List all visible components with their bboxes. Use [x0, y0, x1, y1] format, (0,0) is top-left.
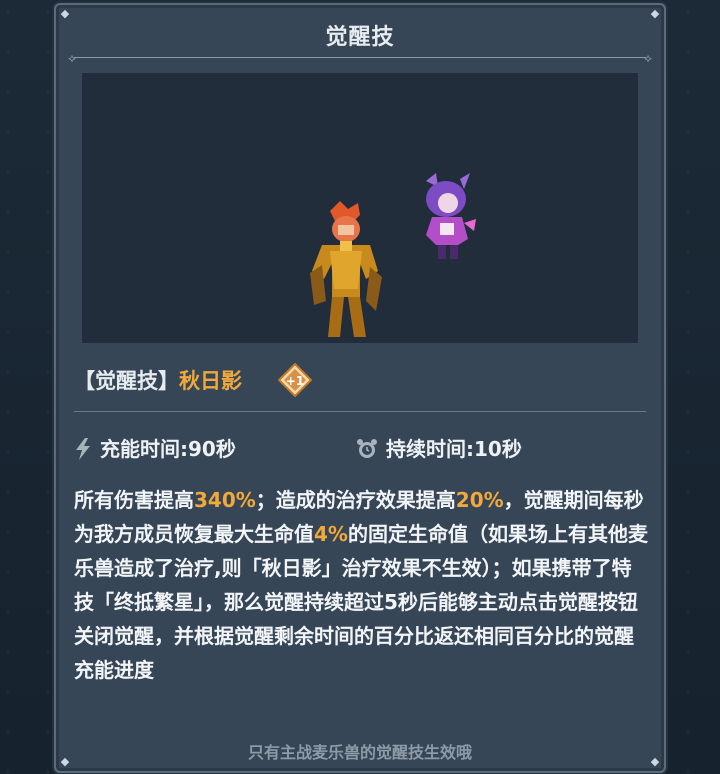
corner-ornament-icon: ◆: [60, 7, 70, 20]
skill-description: 所有伤害提高340%；造成的治疗效果提高20%，觉醒期间每秒为我方成员恢复最大生…: [74, 483, 650, 687]
footer-note: 只有主战麦乐兽的觉醒技生效哦: [247, 743, 472, 762]
skill-title: 【觉醒技】秋日影: [74, 365, 242, 395]
title-divider: [74, 57, 646, 58]
charge-time: 充能时间:90秒: [74, 433, 236, 462]
duration-time: 持续时间:10秒: [356, 433, 522, 462]
heal-bonus-value: 20%: [455, 488, 504, 512]
regen-value: 4%: [314, 522, 348, 546]
desc-text: 的固定生命值（如果场上有其他麦乐兽造成了治疗,则「秋日影」治疗效果不生效）；如果…: [74, 522, 648, 682]
desc-text: 所有伤害提高: [74, 488, 194, 512]
rule-ornament-icon: ⟡: [644, 51, 652, 65]
hero-character: [310, 201, 382, 337]
awakening-skill-panel: ◆ ◆ ◆ ◆ 觉醒技 ⟡ ⟡ 【觉醒技】秋日影 +1 充能时间:90秒 持续时…: [54, 3, 666, 773]
alarm-clock-icon: [357, 439, 377, 458]
corner-ornament-icon: ◆: [650, 7, 660, 20]
plus-one-badge-icon: +1: [278, 363, 312, 397]
badge-label: +1: [286, 374, 304, 388]
panel-title: 觉醒技: [325, 25, 395, 50]
skill-name: 秋日影: [179, 369, 242, 393]
charge-time-label: 充能时间:90秒: [100, 437, 236, 461]
skill-preview-scene: [82, 73, 638, 343]
desc-text: ；造成的治疗效果提高: [255, 488, 456, 512]
lightning-icon: [76, 438, 90, 460]
section-divider: [74, 411, 646, 412]
rule-ornament-icon: ⟡: [68, 51, 76, 65]
duration-time-label: 持续时间:10秒: [386, 437, 522, 461]
ally-character: [426, 173, 476, 259]
damage-bonus-value: 340%: [194, 488, 256, 512]
skill-tag: 【觉醒技】: [74, 369, 179, 393]
